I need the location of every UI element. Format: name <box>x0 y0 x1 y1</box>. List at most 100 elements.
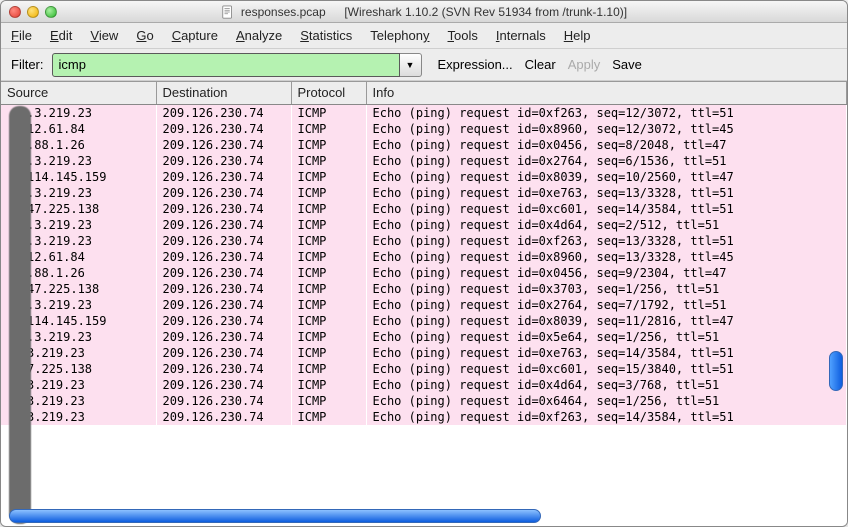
cell-info: Echo (ping) request id=0xe763, seq=13/33… <box>366 185 847 201</box>
cell-protocol: ICMP <box>291 185 366 201</box>
save-button[interactable]: Save <box>612 57 642 72</box>
cell-info: Echo (ping) request id=0x5e64, seq=1/256… <box>366 329 847 345</box>
packet-list-pane: Source Destination Protocol Info .3.219.… <box>1 81 847 526</box>
cell-info: Echo (ping) request id=0xf263, seq=14/35… <box>366 409 847 425</box>
menu-help[interactable]: Help <box>564 28 591 43</box>
cell-protocol: ICMP <box>291 409 366 425</box>
chevron-down-icon: ▼ <box>406 60 415 70</box>
cell-protocol: ICMP <box>291 104 366 121</box>
table-row[interactable]: .3.219.23209.126.230.74ICMPEcho (ping) r… <box>1 185 847 201</box>
table-row[interactable]: 7.225.138209.126.230.74ICMPEcho (ping) r… <box>1 361 847 377</box>
cell-destination: 209.126.230.74 <box>156 185 291 201</box>
table-row[interactable]: .88.1.26209.126.230.74ICMPEcho (ping) re… <box>1 265 847 281</box>
zoom-icon[interactable] <box>45 6 57 18</box>
menu-analyze[interactable]: Analyze <box>236 28 282 43</box>
table-row[interactable]: 3.219.23209.126.230.74ICMPEcho (ping) re… <box>1 393 847 409</box>
cell-protocol: ICMP <box>291 201 366 217</box>
cell-source: .3.219.23 <box>1 217 156 233</box>
horizontal-scrollbar-thumb[interactable] <box>9 509 541 523</box>
cell-destination: 209.126.230.74 <box>156 377 291 393</box>
cell-info: Echo (ping) request id=0xc601, seq=14/35… <box>366 201 847 217</box>
cell-protocol: ICMP <box>291 153 366 169</box>
packet-table-wrap: Source Destination Protocol Info .3.219.… <box>1 82 847 526</box>
menu-capture[interactable]: Capture <box>172 28 218 43</box>
titlebar: responses.pcap [Wireshark 1.10.2 (SVN Re… <box>1 1 847 23</box>
cell-source: 12.61.84 <box>1 249 156 265</box>
menu-tools[interactable]: Tools <box>448 28 478 43</box>
cell-source: 7.225.138 <box>1 361 156 377</box>
table-row[interactable]: .3.219.23209.126.230.74ICMPEcho (ping) r… <box>1 329 847 345</box>
col-header-protocol[interactable]: Protocol <box>291 82 366 104</box>
table-row[interactable]: 114.145.159209.126.230.74ICMPEcho (ping)… <box>1 313 847 329</box>
cell-source: 3.219.23 <box>1 409 156 425</box>
cell-protocol: ICMP <box>291 217 366 233</box>
cell-protocol: ICMP <box>291 393 366 409</box>
menu-go[interactable]: Go <box>136 28 153 43</box>
expression-button[interactable]: Expression... <box>438 57 513 72</box>
col-header-info[interactable]: Info <box>366 82 847 104</box>
cell-protocol: ICMP <box>291 345 366 361</box>
vertical-scrollbar-thumb[interactable] <box>829 351 843 391</box>
filter-actions: Expression... Clear Apply Save <box>438 57 642 72</box>
table-row[interactable]: .3.219.23209.126.230.74ICMPEcho (ping) r… <box>1 217 847 233</box>
menubar: File Edit View Go Capture Analyze Statis… <box>1 23 847 49</box>
table-row[interactable]: 3.219.23209.126.230.74ICMPEcho (ping) re… <box>1 377 847 393</box>
filter-input-wrap: ▼ <box>52 53 422 77</box>
table-row[interactable]: .3.219.23209.126.230.74ICMPEcho (ping) r… <box>1 153 847 169</box>
title-file: responses.pcap <box>241 5 326 19</box>
table-row[interactable]: 12.61.84209.126.230.74ICMPEcho (ping) re… <box>1 121 847 137</box>
cell-info: Echo (ping) request id=0x0456, seq=9/230… <box>366 265 847 281</box>
table-row[interactable]: .3.219.23209.126.230.74ICMPEcho (ping) r… <box>1 297 847 313</box>
cell-source: .3.219.23 <box>1 233 156 249</box>
close-icon[interactable] <box>9 6 21 18</box>
horizontal-scrollbar[interactable] <box>9 508 827 524</box>
vertical-scrollbar[interactable] <box>829 104 845 506</box>
cell-destination: 209.126.230.74 <box>156 249 291 265</box>
col-header-destination[interactable]: Destination <box>156 82 291 104</box>
cell-destination: 209.126.230.74 <box>156 104 291 121</box>
cell-info: Echo (ping) request id=0x4d64, seq=2/512… <box>366 217 847 233</box>
cell-destination: 209.126.230.74 <box>156 297 291 313</box>
cell-protocol: ICMP <box>291 313 366 329</box>
table-row[interactable]: 3.219.23209.126.230.74ICMPEcho (ping) re… <box>1 345 847 361</box>
table-row[interactable]: .3.219.23209.126.230.74ICMPEcho (ping) r… <box>1 104 847 121</box>
table-row[interactable]: 47.225.138209.126.230.74ICMPEcho (ping) … <box>1 201 847 217</box>
minimize-icon[interactable] <box>27 6 39 18</box>
cell-info: Echo (ping) request id=0x8960, seq=12/30… <box>366 121 847 137</box>
table-row[interactable]: 3.219.23209.126.230.74ICMPEcho (ping) re… <box>1 409 847 425</box>
filter-label: Filter: <box>9 57 46 72</box>
cell-destination: 209.126.230.74 <box>156 169 291 185</box>
table-row[interactable]: .88.1.26209.126.230.74ICMPEcho (ping) re… <box>1 137 847 153</box>
cell-source: 47.225.138 <box>1 281 156 297</box>
menu-edit[interactable]: Edit <box>50 28 72 43</box>
cell-info: Echo (ping) request id=0x3703, seq=1/256… <box>366 281 847 297</box>
apply-button[interactable]: Apply <box>568 57 601 72</box>
window-controls <box>9 6 57 18</box>
cell-source: .3.219.23 <box>1 104 156 121</box>
cell-destination: 209.126.230.74 <box>156 393 291 409</box>
menu-statistics[interactable]: Statistics <box>300 28 352 43</box>
menu-file[interactable]: File <box>11 28 32 43</box>
cell-source: .88.1.26 <box>1 265 156 281</box>
col-header-source[interactable]: Source <box>1 82 156 104</box>
filter-input[interactable] <box>52 53 400 77</box>
menu-view[interactable]: View <box>90 28 118 43</box>
table-row[interactable]: 47.225.138209.126.230.74ICMPEcho (ping) … <box>1 281 847 297</box>
cell-info: Echo (ping) request id=0x2764, seq=7/179… <box>366 297 847 313</box>
table-row[interactable]: 114.145.159209.126.230.74ICMPEcho (ping)… <box>1 169 847 185</box>
filter-dropdown-button[interactable]: ▼ <box>400 53 422 77</box>
menu-telephony[interactable]: Telephony <box>370 28 429 43</box>
window-title: responses.pcap [Wireshark 1.10.2 (SVN Re… <box>1 5 847 19</box>
cell-info: Echo (ping) request id=0x2764, seq=6/153… <box>366 153 847 169</box>
cell-protocol: ICMP <box>291 169 366 185</box>
menu-internals[interactable]: Internals <box>496 28 546 43</box>
cell-protocol: ICMP <box>291 297 366 313</box>
clear-button[interactable]: Clear <box>525 57 556 72</box>
cell-source: .3.219.23 <box>1 329 156 345</box>
cell-source: 114.145.159 <box>1 169 156 185</box>
table-row[interactable]: .3.219.23209.126.230.74ICMPEcho (ping) r… <box>1 233 847 249</box>
cell-destination: 209.126.230.74 <box>156 265 291 281</box>
filter-toolbar: Filter: ▼ Expression... Clear Apply Save <box>1 49 847 81</box>
cell-info: Echo (ping) request id=0xe763, seq=14/35… <box>366 345 847 361</box>
table-row[interactable]: 12.61.84209.126.230.74ICMPEcho (ping) re… <box>1 249 847 265</box>
